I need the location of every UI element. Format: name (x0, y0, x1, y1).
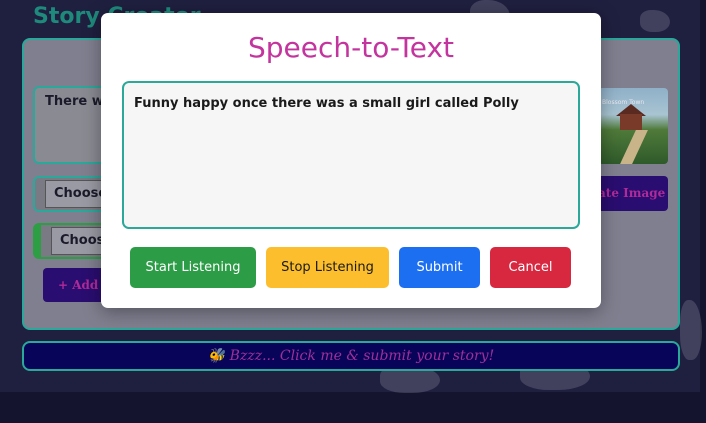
cancel-button[interactable]: Cancel (490, 247, 571, 288)
submit-button[interactable]: Submit (399, 247, 480, 288)
transcript-textarea[interactable]: Funny happy once there was a small girl … (122, 81, 580, 229)
speech-to-text-modal: Speech-to-Text Funny happy once there wa… (101, 13, 601, 308)
modal-title: Speech-to-Text (247, 31, 455, 64)
stop-listening-button[interactable]: Stop Listening (266, 247, 389, 288)
start-listening-button[interactable]: Start Listening (130, 247, 256, 288)
